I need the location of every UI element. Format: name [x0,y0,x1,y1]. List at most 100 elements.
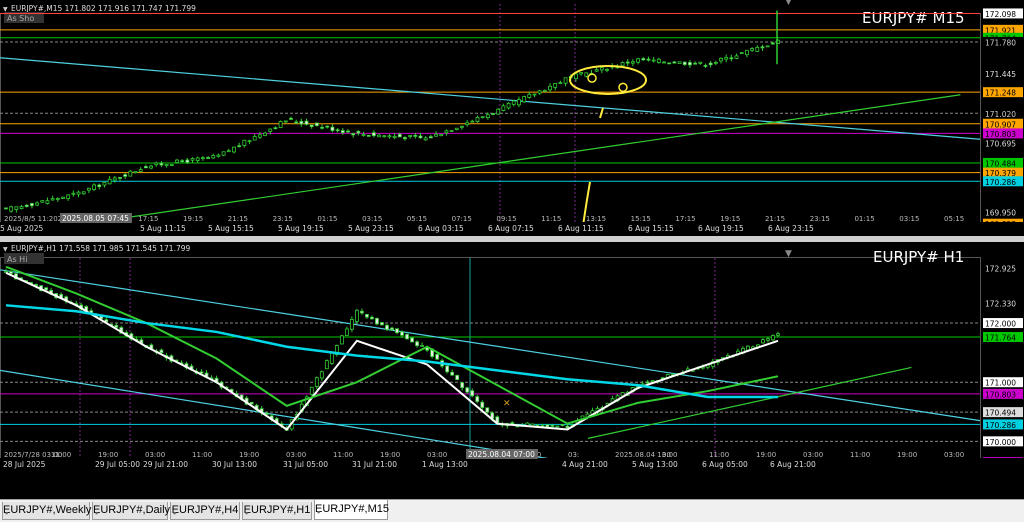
candle-body [423,137,428,141]
time-strip-label: 21:15 [765,215,785,223]
ma-line-white [5,271,779,431]
candle-body [485,114,490,119]
candle-body [746,345,750,351]
trendline-ascending [117,94,961,220]
candle-body [159,162,164,166]
x-tick-label: 5 Aug 2025 [0,224,43,233]
time-strip-label: 19:00 [380,451,400,459]
candle-body [169,164,174,167]
candle-body [330,126,335,131]
candle-body [185,159,190,163]
candle-body [693,62,698,65]
candle-body [724,57,729,60]
candle-body [19,206,24,209]
candle-body [645,381,650,384]
candle-body [510,422,515,425]
candle-body [408,135,413,137]
chart-tab-bar: ▪ EURJPY#,Weekly ▪ EURJPY#,Daily ▪ EURJPY#,… [0,499,1024,522]
time-strip-label: 17:15 [675,215,695,223]
candle-body [650,380,655,382]
x-tick-label: 5 Aug 11:15 [140,224,186,233]
candle-body [594,69,599,72]
candle-body [355,309,359,322]
candle-body [114,324,119,328]
candle-body [445,365,450,373]
x-tick-label: 5 Aug 15:15 [208,224,254,233]
candle-body [480,116,485,119]
candle-body [496,108,501,115]
chart-title: EURJPY# H1 [873,248,964,266]
chart-tab-icon: ▪ [95,508,99,518]
time-strip-label: 03:15 [362,215,382,223]
candle-body [470,120,475,123]
time-strip-label: 03:00 [286,451,306,459]
candle-body [356,131,361,134]
tab-h4[interactable]: ▪ EURJPY#,H4 [170,502,240,520]
candle-body [734,55,739,59]
candle-body [413,134,418,137]
x-tick-label: 28 Jul 2025 [3,460,46,469]
candle-body [320,126,324,129]
time-strip-label: 03:00 [944,451,964,459]
candle-body [761,339,765,344]
time-strip-label: 11:00 [51,451,71,459]
candle-body [50,198,55,201]
candle-body [656,58,661,63]
candle-body [532,93,537,96]
candle-body [294,121,299,124]
candle-body [560,424,565,426]
x-tick-label: 1 Aug 13:00 [422,460,468,469]
candle-body [200,157,205,160]
tab-label: EURJPY#,Weekly [3,504,92,516]
x-tick-label: 6 Aug 03:15 [418,224,464,233]
candle-body [385,324,389,330]
tab-m15[interactable]: ▪ EURJPY#,M15 [314,500,389,520]
candle-body [677,61,682,64]
candle-body [349,319,354,330]
candle-body [252,136,257,141]
price-tag: 171.780 [985,38,1016,47]
time-strip-label: 01:15 [854,215,874,223]
x-tick-label: 6 Aug 15:15 [628,224,674,233]
candle-body [118,177,122,179]
chart-title: EURJPY# M15 [862,9,965,27]
candle-body [765,45,770,48]
price-tag: 171.000 [985,379,1016,388]
annotation-mark [587,73,597,83]
candle-body [340,130,345,134]
time-strip-label: 11:00 [192,451,212,459]
chart-tab-icon: ▪ [173,508,177,518]
time-strip-label: 09:15 [496,215,516,223]
candle-body [371,132,376,137]
indicator-badge: As Sho [7,14,34,23]
chart-tab-icon: ▪ [245,508,249,518]
candle-body [273,127,278,130]
candle-body [522,96,527,103]
plot-frame [0,257,981,466]
trendline-descending [0,57,981,140]
candle-body [55,198,60,200]
symbol-info-header: EURJPY#,H1 171.558 171.985 171.545 171.7… [11,244,190,253]
price-tag: 170.803 [985,390,1016,399]
tab-daily[interactable]: ▪ EURJPY#,Daily [92,502,170,520]
x-tick-label: 6 Aug 11:15 [558,224,604,233]
candle-body [395,328,399,334]
candle-body [455,374,460,381]
candle-body [309,124,314,128]
ma-line-green [5,265,779,425]
candle-body [351,133,356,136]
candle-body [530,423,535,427]
candle-body [745,49,749,56]
candle-body [400,331,404,336]
candle-body [558,82,563,85]
candle-body [434,133,438,137]
candle-body [548,85,552,91]
candle-body [365,314,369,318]
indicator-badge: As Hi [7,255,27,264]
candle-body [770,42,775,45]
candle-body [86,187,91,191]
candle-body [403,137,407,140]
tab-weekly[interactable]: ▪ EURJPY#,Weekly [2,502,92,520]
tab-h1[interactable]: ▪ EURJPY#,H1 [242,502,312,520]
candle-body [226,150,231,153]
